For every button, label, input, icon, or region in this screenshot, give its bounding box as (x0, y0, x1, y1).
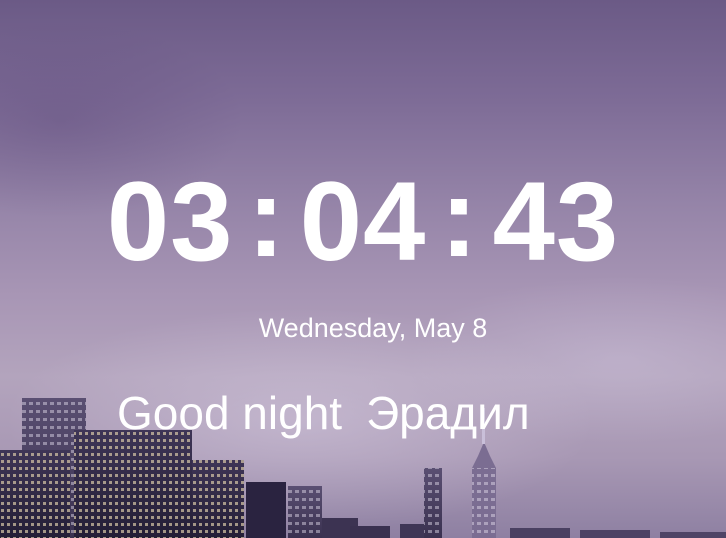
clock-minutes: 04 (299, 159, 427, 284)
greeting-user-name[interactable]: Эрадил (366, 387, 530, 439)
greeting-text: Good night (117, 387, 343, 439)
clock-separator: : (440, 155, 479, 280)
date-label: Wednesday, May 8 (258, 313, 488, 343)
clock-seconds: 43 (492, 159, 620, 284)
clock-hours: 03 (106, 159, 234, 284)
clock-time: 03:04:43 (0, 155, 726, 286)
greeting: Good night Эрадил (117, 385, 530, 441)
clock-separator: : (247, 155, 286, 280)
lock-screen: { "clock": { "hours": "03", "minutes": "… (0, 0, 726, 538)
